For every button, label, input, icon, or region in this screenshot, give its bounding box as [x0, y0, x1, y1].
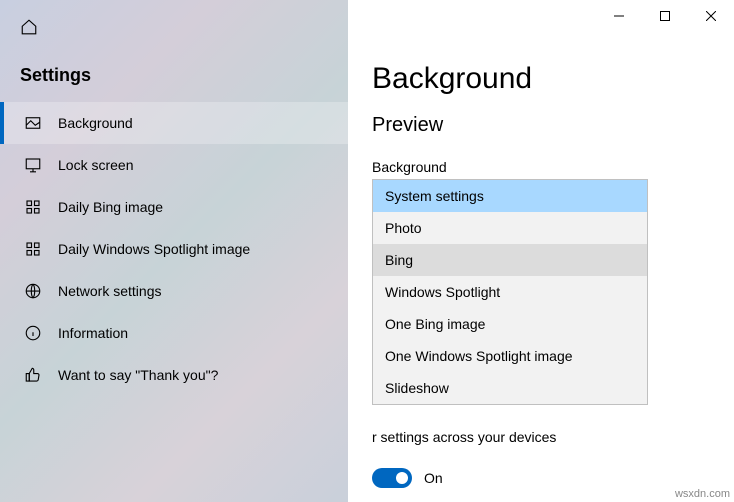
- dropdown-option-one-spotlight[interactable]: One Windows Spotlight image: [373, 340, 647, 372]
- dropdown-option-bing[interactable]: Bing: [373, 244, 647, 276]
- dropdown-option-system-settings[interactable]: System settings: [373, 180, 647, 212]
- dropdown-option-photo[interactable]: Photo: [373, 212, 647, 244]
- picture-icon: [24, 114, 42, 132]
- info-icon: [24, 324, 42, 342]
- sidebar-item-label: Information: [58, 325, 128, 341]
- sidebar-item-thank-you[interactable]: Want to say "Thank you"?: [0, 354, 348, 396]
- thumbs-up-icon: [24, 366, 42, 384]
- sidebar-item-label: Daily Windows Spotlight image: [58, 241, 250, 257]
- sidebar: Settings Background Lock screen Daily Bi…: [0, 0, 348, 502]
- globe-icon: [24, 282, 42, 300]
- monitor-icon: [24, 156, 42, 174]
- background-dropdown[interactable]: System settings Photo Bing Windows Spotl…: [372, 179, 648, 405]
- sidebar-item-daily-spotlight[interactable]: Daily Windows Spotlight image: [0, 228, 348, 270]
- sync-toggle[interactable]: [372, 468, 412, 488]
- toggle-label: On: [424, 470, 443, 486]
- dropdown-option-windows-spotlight[interactable]: Windows Spotlight: [373, 276, 647, 308]
- sidebar-item-information[interactable]: Information: [0, 312, 348, 354]
- toggle-knob: [396, 472, 408, 484]
- sync-settings-text: r settings across your devices: [372, 428, 692, 448]
- maximize-button[interactable]: [642, 0, 688, 32]
- dropdown-option-slideshow[interactable]: Slideshow: [373, 372, 647, 404]
- window-controls: [596, 0, 734, 32]
- watermark: wsxdn.com: [675, 488, 730, 500]
- sidebar-item-label: Want to say "Thank you"?: [58, 367, 218, 383]
- sidebar-item-label: Lock screen: [58, 157, 133, 173]
- minimize-button[interactable]: [596, 0, 642, 32]
- sidebar-item-label: Background: [58, 115, 133, 131]
- dropdown-option-one-bing[interactable]: One Bing image: [373, 308, 647, 340]
- sidebar-item-label: Network settings: [58, 283, 161, 299]
- home-button[interactable]: [0, 12, 348, 45]
- content-pane: Background Preview Background System set…: [348, 0, 734, 502]
- grid-icon: [24, 240, 42, 258]
- sidebar-item-lock-screen[interactable]: Lock screen: [0, 144, 348, 186]
- field-label-background: Background: [372, 137, 710, 179]
- grid-icon: [24, 198, 42, 216]
- section-title: Preview: [372, 96, 710, 137]
- sidebar-item-label: Daily Bing image: [58, 199, 163, 215]
- home-icon: [20, 18, 38, 36]
- close-button[interactable]: [688, 0, 734, 32]
- sidebar-item-network[interactable]: Network settings: [0, 270, 348, 312]
- sidebar-item-daily-bing[interactable]: Daily Bing image: [0, 186, 348, 228]
- settings-title: Settings: [0, 45, 348, 102]
- sidebar-item-background[interactable]: Background: [0, 102, 348, 144]
